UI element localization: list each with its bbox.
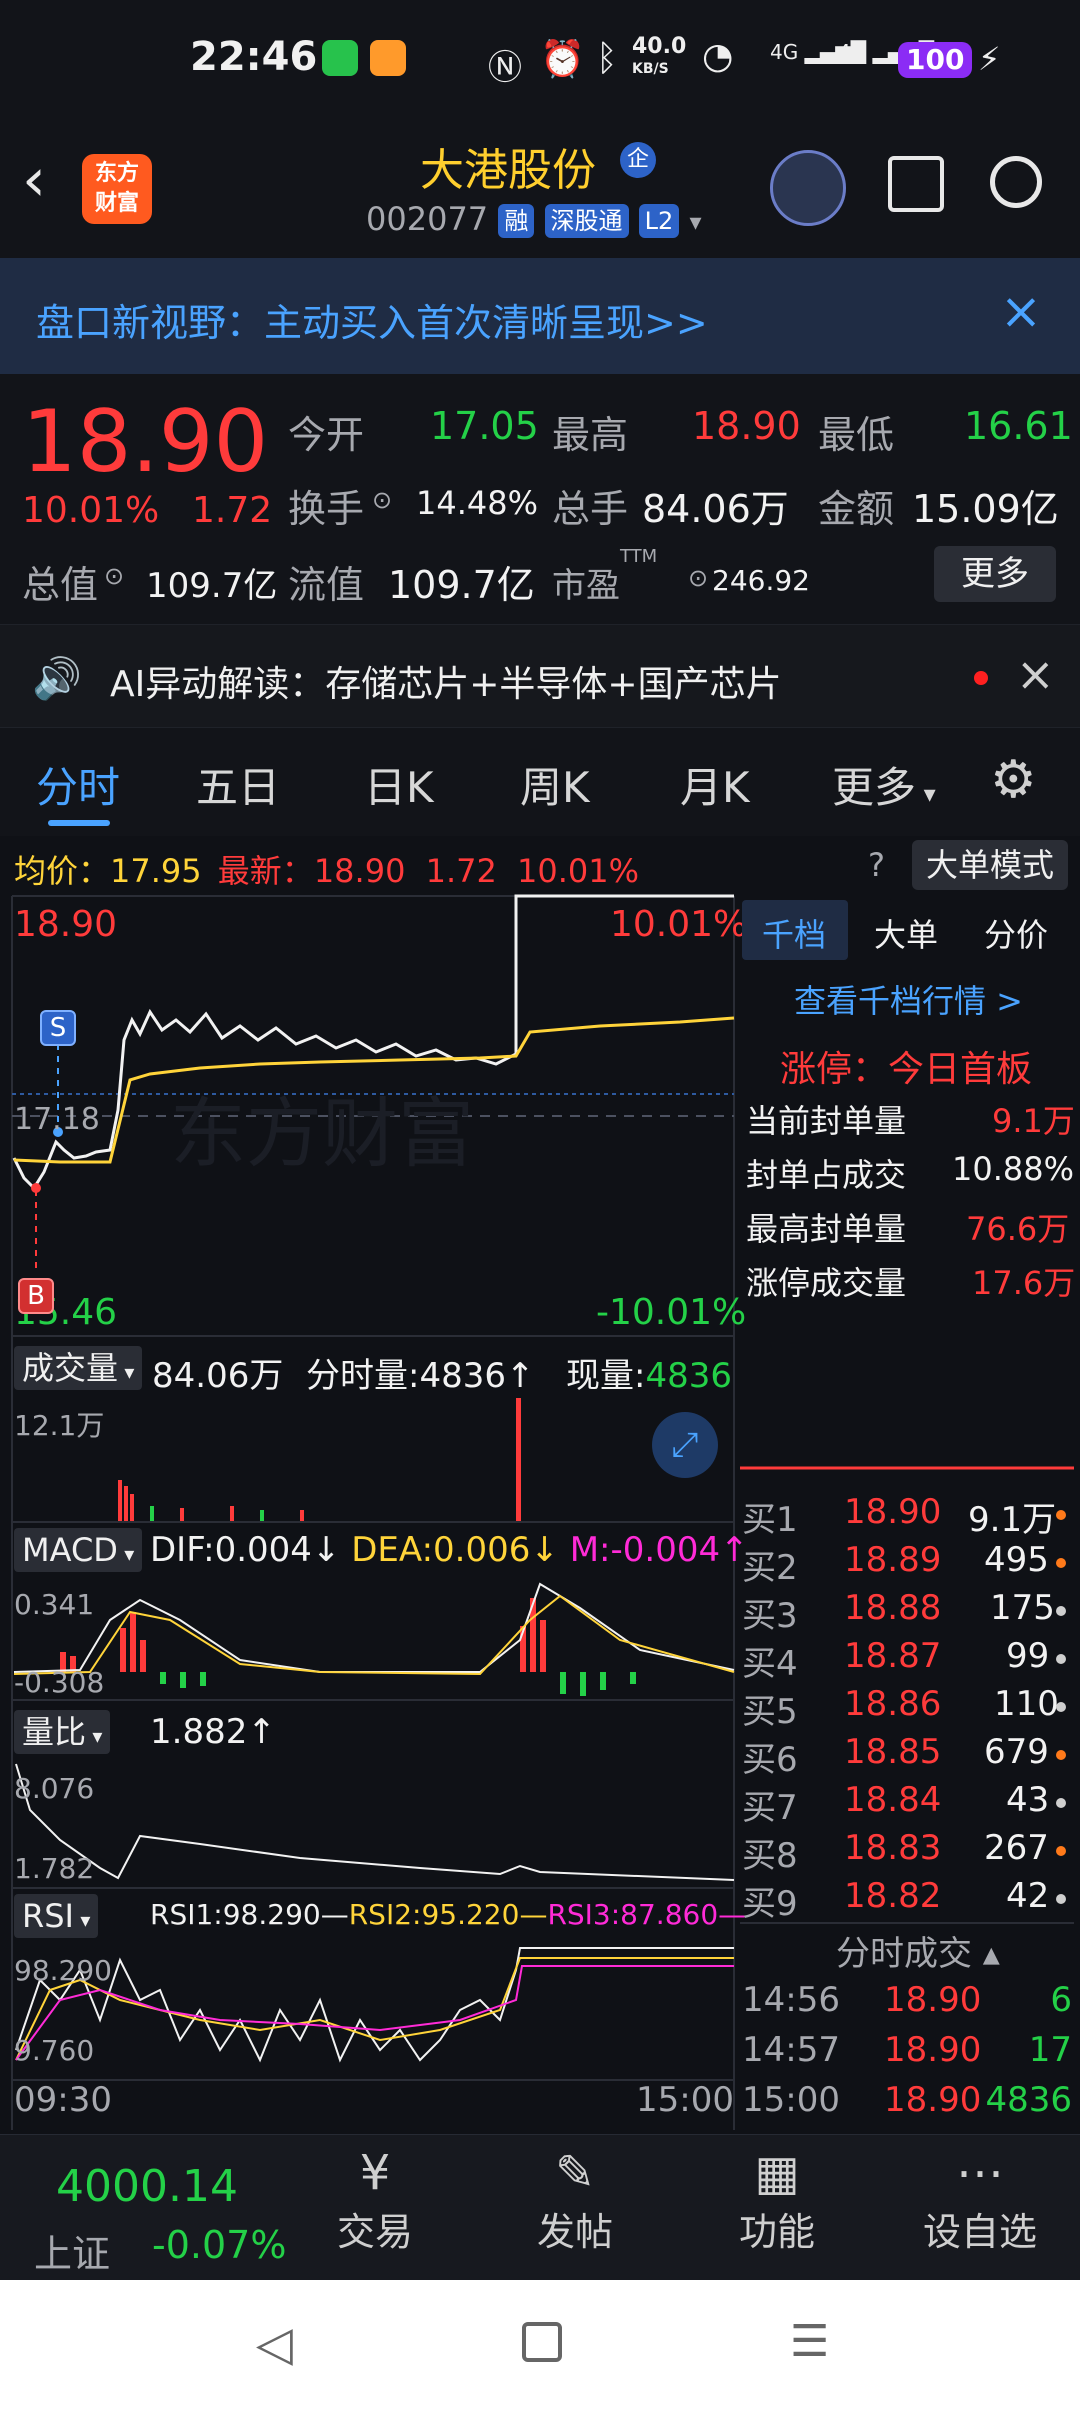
index-ticker[interactable]: 4000.14 上证 -0.07% [0, 2135, 286, 2281]
limit-title: 涨停：今日首板 [780, 1049, 1033, 1090]
order-row[interactable]: 买3 18.88 175 [742, 1588, 1072, 1636]
index-name: 上证 [34, 2232, 111, 2276]
volume-indicator-select[interactable]: 成交量 ▾ [14, 1346, 143, 1390]
expand-chart-icon[interactable]: ⤢ [652, 1412, 718, 1478]
more-dots-icon: ⋯ [956, 2145, 1004, 2201]
index-change: -0.07% [152, 2223, 287, 2267]
trades-title[interactable]: 分时成交 ▴ [836, 1926, 1000, 1975]
rsi-axis-max: 98.290 [14, 1954, 112, 1987]
edit-icon: ✎ [554, 2145, 596, 2201]
watermark: 东方财富 [170, 1089, 474, 1178]
price-axis-high: 18.90 [14, 904, 118, 945]
limit-label-max: 最高封单量 [746, 1210, 907, 1248]
trade-row: 14:57 18.90 17 [742, 2030, 1072, 2070]
add-watchlist-button[interactable]: ⋯ 设自选 [910, 2145, 1050, 2275]
rsi-values: RSI1:98.290—RSI2:95.220—RSI3:87.860— [150, 1898, 747, 1931]
yuan-icon: ¥ [359, 2145, 391, 2201]
limit-label-volume: 涨停成交量 [746, 1264, 907, 1302]
time-axis-start: 09:30 [14, 2080, 112, 2120]
post-button[interactable]: ✎ 发帖 [520, 2145, 630, 2275]
view-depth-link[interactable]: 查看千档行情 > [794, 976, 1023, 1022]
rsi-indicator-select[interactable]: RSI ▾ [14, 1894, 99, 1938]
system-nav-bar: ◁ ☰ [0, 2280, 1080, 2412]
sell-marker[interactable]: S [40, 1010, 76, 1046]
ratio-indicator-select[interactable]: 量比 ▾ [14, 1710, 111, 1754]
order-row[interactable]: 买5 18.86 110 [742, 1684, 1072, 1732]
order-row[interactable]: 买9 18.82 42 [742, 1876, 1072, 1924]
macd-indicator-select[interactable]: MACD ▾ [14, 1528, 143, 1572]
current-volume: 现量:4836 [566, 1356, 732, 1396]
ratio-axis-max: 8.076 [14, 1772, 95, 1805]
limit-value-volume: 17.6万 [972, 1264, 1076, 1302]
grid-icon: ▦ [754, 2145, 800, 2201]
order-row[interactable]: 买2 18.89 495 [742, 1540, 1072, 1588]
macd-axis-min: -0.308 [14, 1666, 105, 1699]
macd-values: DIF:0.004↓ DEA:0.006↓ M:-0.004↑ [150, 1530, 749, 1570]
volume-total: 84.06万 [152, 1356, 284, 1396]
order-row[interactable]: 买1 18.90 9.1万 [742, 1492, 1072, 1540]
side-tab-depth[interactable]: 千档 [762, 910, 826, 956]
buy-marker[interactable]: B [18, 1278, 54, 1314]
limit-value-current: 9.1万 [992, 1102, 1075, 1140]
nav-back-icon[interactable]: ◁ [256, 2316, 293, 2372]
time-axis-end: 15:00 [636, 2080, 734, 2120]
functions-button[interactable]: ▦ 功能 [722, 2145, 832, 2275]
order-row[interactable]: 买6 18.85 679 [742, 1732, 1072, 1780]
limit-label-ratio: 封单占成交 [746, 1156, 907, 1194]
limit-value-ratio: 10.88% [952, 1150, 1075, 1188]
trade-button[interactable]: ¥ 交易 [320, 2145, 430, 2275]
price-axis-mid: 17.18 [14, 1102, 100, 1137]
tick-volume: 分时量:4836↑ [306, 1356, 535, 1396]
order-row[interactable]: 买7 18.84 43 [742, 1780, 1072, 1828]
limit-value-max: 76.6万 [966, 1210, 1070, 1248]
trade-row: 15:00 18.90 4836 [742, 2080, 1072, 2120]
ratio-axis-min: 1.782 [14, 1852, 95, 1885]
volume-axis-max: 12.1万 [14, 1409, 105, 1442]
nav-home-icon[interactable] [522, 2322, 562, 2362]
nav-menu-icon[interactable]: ☰ [790, 2316, 829, 2367]
side-tab-big-order[interactable]: 大单 [874, 910, 938, 956]
side-tab-price-dist[interactable]: 分价 [984, 910, 1048, 956]
rsi-axis-min: 9.760 [14, 2034, 95, 2067]
trade-row: 14:56 18.90 6 [742, 1980, 1072, 2020]
index-value: 4000.14 [56, 2161, 238, 2212]
order-row[interactable]: 买8 18.83 267 [742, 1828, 1072, 1876]
trades-divider [740, 1922, 1074, 1924]
limit-label-current: 当前封单量 [746, 1102, 907, 1140]
pct-axis-low: -10.01% [596, 1292, 747, 1333]
macd-axis-max: 0.341 [14, 1588, 95, 1621]
order-row[interactable]: 买4 18.87 99 [742, 1636, 1072, 1684]
ratio-value: 1.882↑ [150, 1712, 276, 1752]
bottom-toolbar: 4000.14 上证 -0.07% ¥ 交易 ✎ 发帖 ▦ 功能 ⋯ 设自选 [0, 2134, 1080, 2280]
pct-axis-high: 10.01% [610, 904, 748, 945]
